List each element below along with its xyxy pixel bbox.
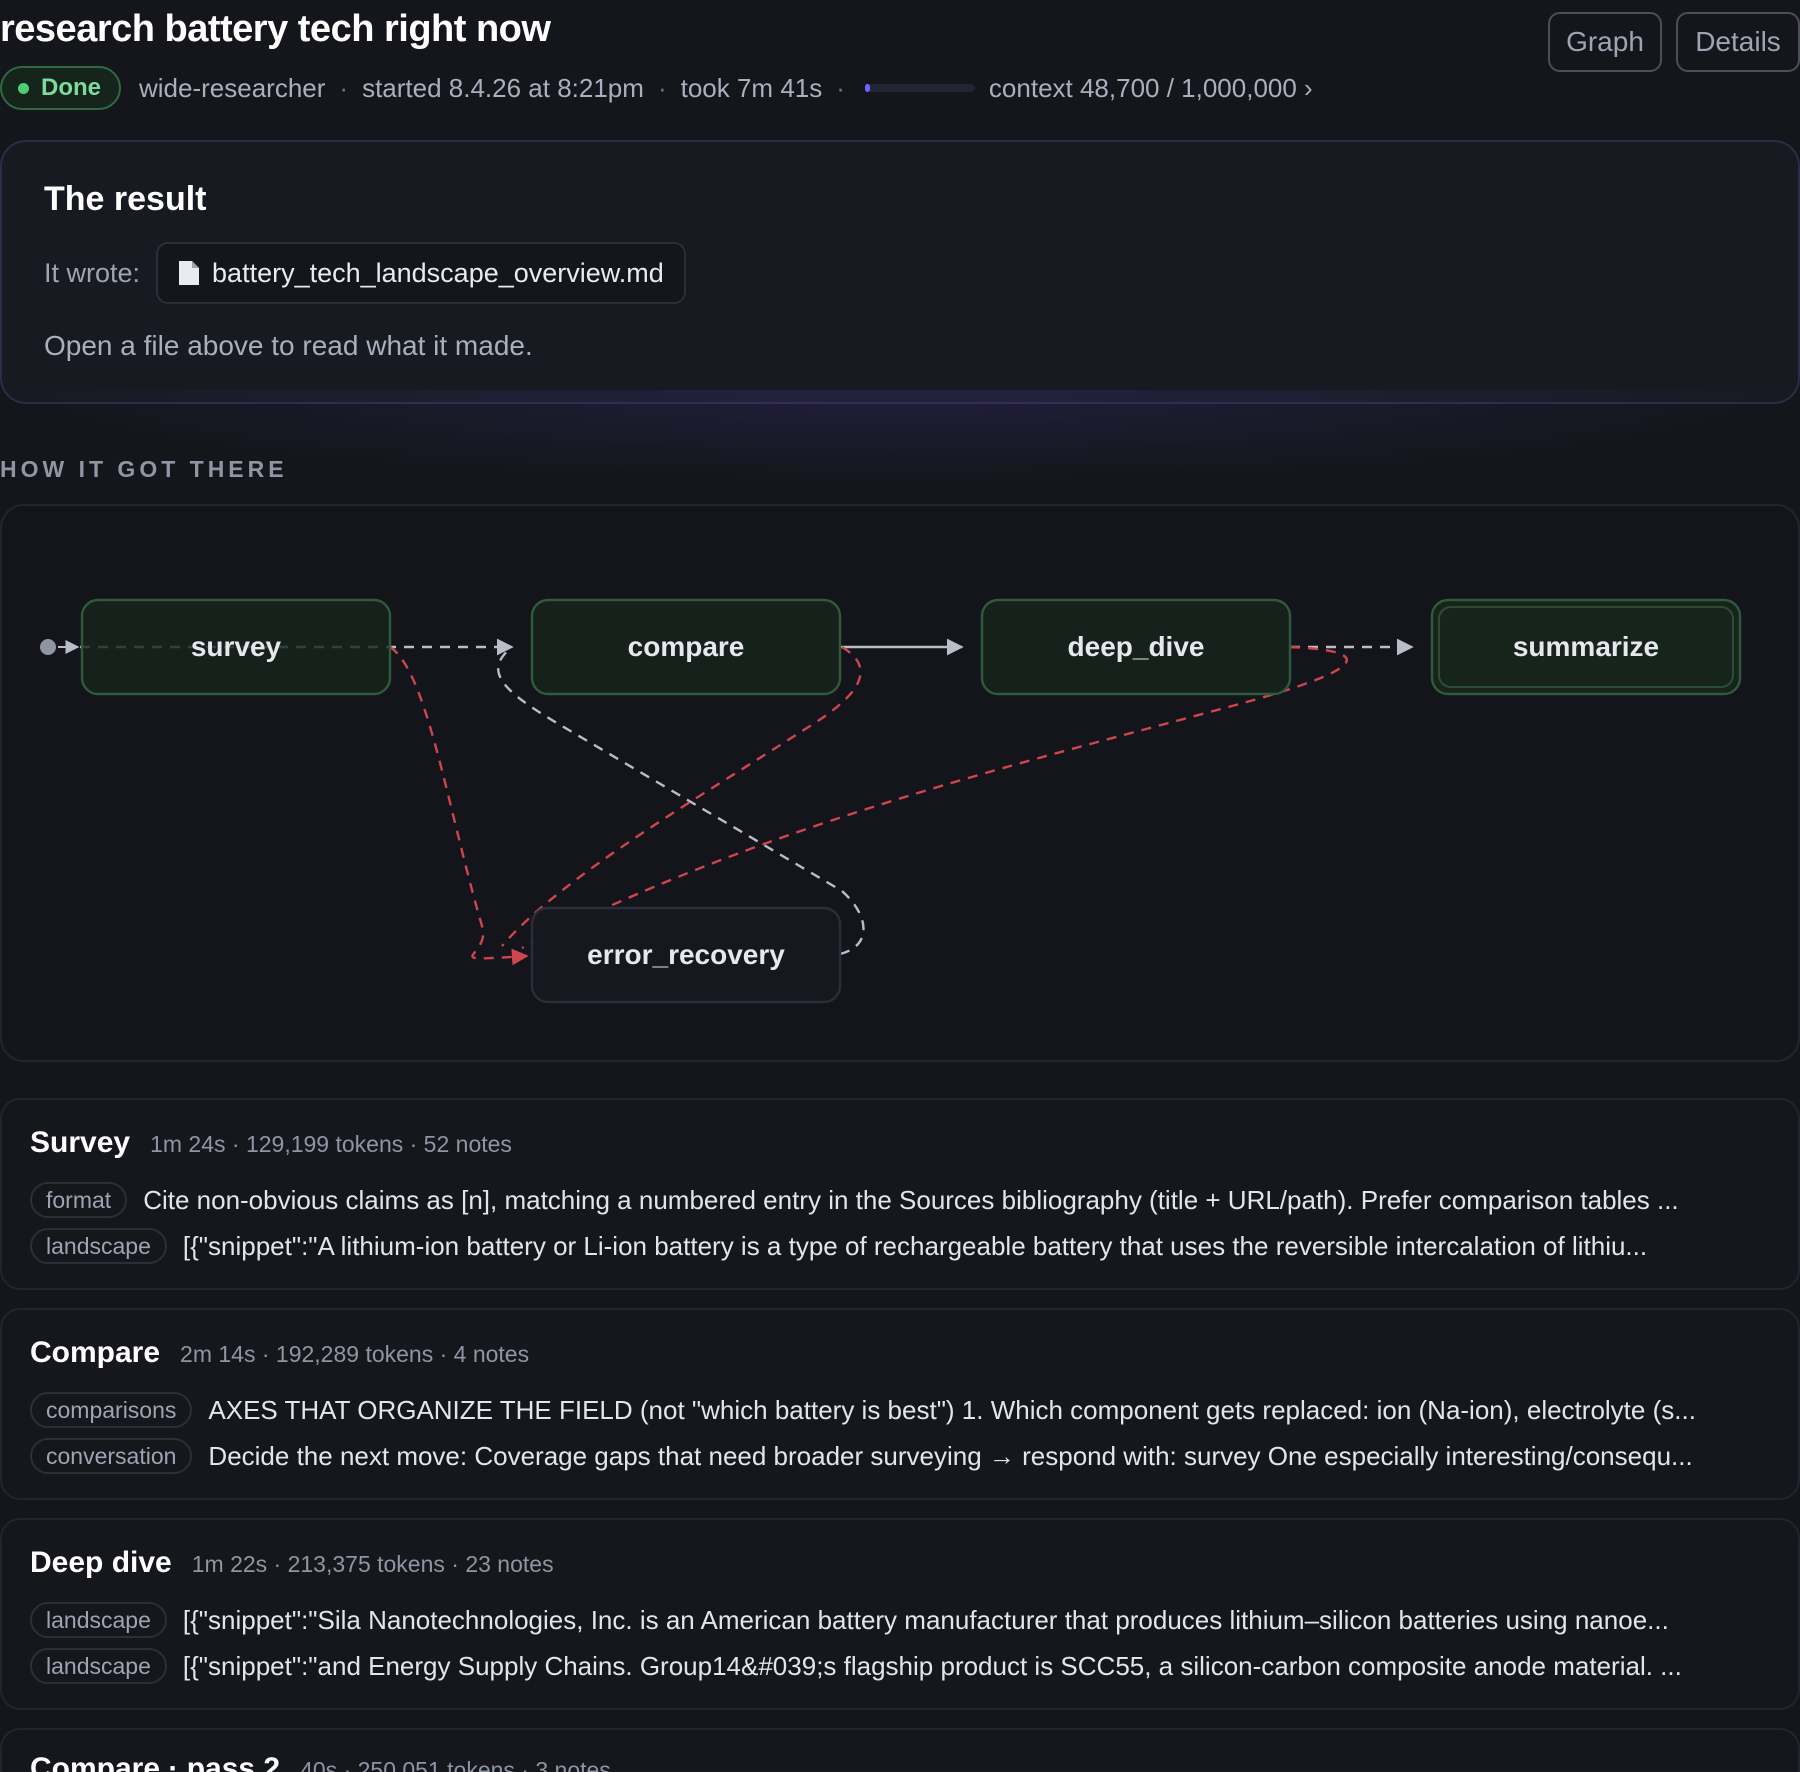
note-row[interactable]: conversation Decide the next move: Cover… [30,1436,1774,1476]
output-file-name: battery_tech_landscape_overview.md [212,257,664,288]
step-meta: 40s · 250,051 tokens · 3 notes [300,1757,611,1772]
node-survey-label: survey [191,631,282,662]
note-row[interactable]: comparisons AXES THAT ORGANIZE THE FIELD… [30,1390,1774,1430]
details-button[interactable]: Details [1676,12,1800,72]
node-deep-dive[interactable]: deep_dive [980,598,1292,696]
note-row[interactable]: landscape [{"snippet":"and Energy Supply… [30,1646,1774,1686]
step-card-compare[interactable]: Compare 2m 14s · 192,289 tokens · 4 note… [0,1308,1800,1500]
started-time: started 8.4.26 at 8:21pm [362,72,644,103]
step-name: Compare · pass 2 [30,1752,281,1772]
output-files-row: It wrote: battery_tech_landscape_overvie… [44,242,686,304]
node-survey[interactable]: survey [80,598,392,696]
note-tag: conversation [30,1438,193,1474]
node-summarize[interactable]: summarize [1430,598,1742,696]
note-text: [{"snippet":"Sila Nanotechnologies, Inc.… [182,1604,1669,1635]
note-text: AXES THAT ORGANIZE THE FIELD (not "which… [208,1394,1696,1425]
note-tag: landscape [30,1648,167,1684]
status-badge: Done [0,66,121,110]
start-point-icon [40,639,56,655]
step-meta: 1m 24s · 129,199 tokens · 52 notes [150,1131,512,1157]
context-link[interactable]: context 48,700 / 1,000,000 › [989,73,1313,104]
edge-survey-error-recovery [389,645,529,966]
note-text: Cite non-obvious claims as [n], matching… [143,1184,1679,1215]
status-dot-icon [18,82,29,94]
note-tag: landscape [30,1602,167,1638]
note-text: [{"snippet":"A lithium-ion battery or Li… [182,1230,1648,1261]
step-meta: 2m 14s · 192,289 tokens · 4 notes [180,1341,530,1367]
step-card-deep-dive[interactable]: Deep dive 1m 22s · 213,375 tokens · 23 n… [0,1518,1800,1710]
context-usage-fill [864,84,871,92]
node-error-recovery-label: error_recovery [587,939,785,970]
context-usage-bar [864,84,975,92]
step-name: Compare [30,1336,161,1369]
step-card-compare-pass-2[interactable]: Compare · pass 2 40s · 250,051 tokens · … [0,1728,1800,1772]
document-icon [179,261,200,285]
note-tag: landscape [30,1228,167,1264]
node-compare-label: compare [628,631,745,662]
result-hint: Open a file above to read what it made. [44,330,533,361]
duration: took 7m 41s [680,72,823,103]
node-deep-dive-label: deep_dive [1068,631,1205,662]
result-card: The result It wrote: battery_tech_landsc… [0,140,1800,404]
step-header: Compare · pass 2 40s · 250,051 tokens · … [30,1752,611,1772]
step-meta: 1m 22s · 213,375 tokens · 23 notes [191,1551,554,1577]
note-tag: format [30,1182,128,1218]
note-tag: comparisons [30,1392,193,1428]
step-header: Compare 2m 14s · 192,289 tokens · 4 note… [30,1336,529,1370]
step-header: Survey 1m 24s · 129,199 tokens · 52 note… [30,1126,512,1160]
node-summarize-label: summarize [1513,631,1659,662]
section-label: HOW IT GOT THERE [0,456,288,482]
node-compare[interactable]: compare [530,598,842,696]
page-title: research battery tech right now [0,8,551,50]
meta-separator: · [836,72,845,103]
wrote-label: It wrote: [44,257,141,288]
note-row[interactable]: format Cite non-obvious claims as [n], m… [30,1180,1774,1220]
result-title: The result [44,180,207,218]
node-error-recovery[interactable]: error_recovery [530,906,842,1004]
step-name: Survey [30,1126,131,1159]
workflow-graph-canvas: survey compare deep_dive summarize error… [40,598,1742,1004]
step-card-survey[interactable]: Survey 1m 24s · 129,199 tokens · 52 note… [0,1098,1800,1290]
meta-separator: · [339,72,349,103]
output-file-chip[interactable]: battery_tech_landscape_overview.md [156,242,686,304]
note-row[interactable]: landscape [{"snippet":"Sila Nanotechnolo… [30,1600,1774,1640]
meta-separator: · [657,72,667,103]
graph-button[interactable]: Graph [1548,12,1662,72]
status-label: Done [41,74,101,101]
note-text: [{"snippet":"and Energy Supply Chains. G… [182,1650,1682,1681]
step-header: Deep dive 1m 22s · 213,375 tokens · 23 n… [30,1546,554,1580]
agent-name: wide-researcher [139,72,326,103]
run-meta: Done wide-researcher · started 8.4.26 at… [0,66,1313,110]
note-text: Decide the next move: Coverage gaps that… [208,1440,1693,1471]
run-page: research battery tech right now Done wid… [0,0,1800,1772]
step-name: Deep dive [30,1546,172,1579]
workflow-graph: survey compare deep_dive summarize error… [0,504,1800,1062]
note-row[interactable]: landscape [{"snippet":"A lithium-ion bat… [30,1226,1774,1266]
